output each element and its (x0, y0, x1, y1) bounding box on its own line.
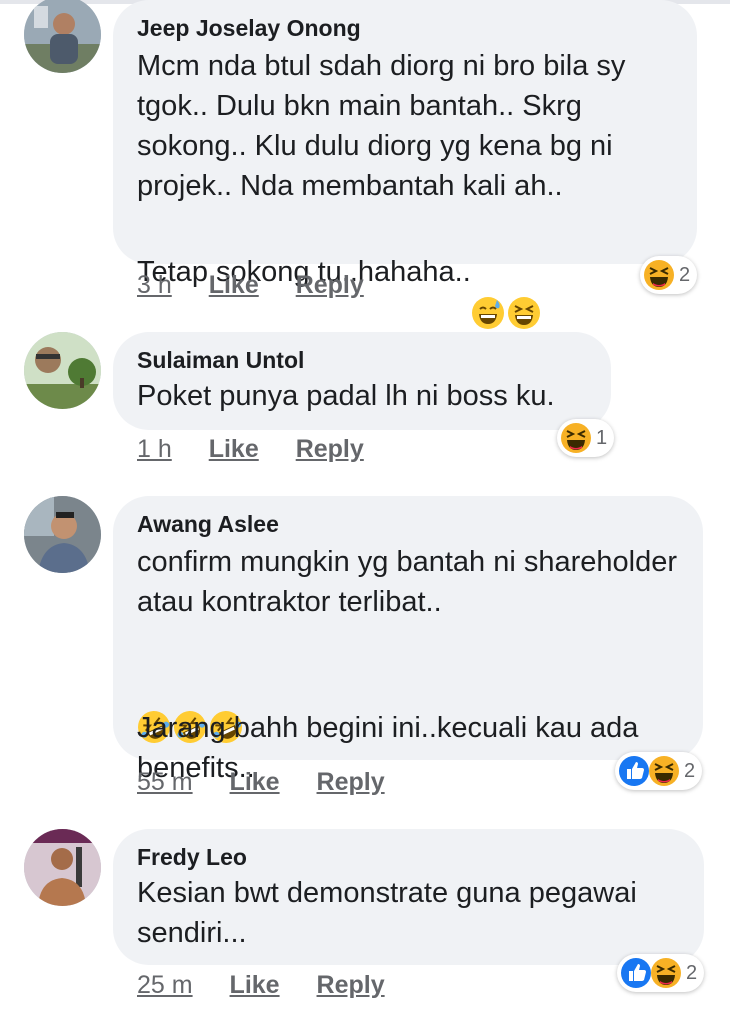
comment-bubble: Sulaiman Untol Poket punya padal lh ni b… (113, 332, 611, 430)
rofl-emoji-icon (137, 670, 171, 744)
reply-button[interactable]: Reply (317, 768, 385, 796)
reply-button[interactable]: Reply (296, 435, 364, 463)
haha-icon (561, 423, 591, 453)
laughing-emoji-icon (507, 256, 541, 330)
reaction-count: 2 (686, 961, 698, 984)
emoji-line (137, 626, 679, 744)
emoji-group (471, 256, 541, 330)
haha-icon (644, 260, 674, 290)
comment-author[interactable]: Awang Aslee (137, 510, 679, 538)
emoji-group (137, 670, 243, 744)
reply-button[interactable]: Reply (296, 271, 364, 299)
comment-bubble: Awang Aslee confirm mungkin yg bantah ni… (113, 496, 703, 784)
like-button[interactable]: Like (209, 271, 259, 299)
comment-author[interactable]: Jeep Joselay Onong (137, 14, 673, 42)
reaction-summary[interactable]: 2 (617, 954, 705, 992)
comment-timestamp[interactable]: 55 m (137, 768, 193, 796)
comment-actions: 1 h Like Reply (137, 434, 394, 464)
comment-author[interactable]: Sulaiman Untol (137, 346, 587, 374)
haha-icon (651, 958, 681, 988)
comment-text: Kesian bwt demonstrate guna pegawai send… (137, 877, 637, 949)
comment-actions: 3 h Like Reply (137, 270, 394, 300)
comment-timestamp[interactable]: 3 h (137, 271, 172, 299)
comment-text: confirm mungkin yg bantah ni shareholder… (137, 546, 678, 618)
rofl-emoji-icon (209, 670, 243, 744)
reaction-count: 2 (684, 759, 696, 782)
comment-text: Poket punya padal lh ni boss ku. (137, 380, 555, 412)
like-icon (621, 958, 651, 988)
rofl-emoji-icon (173, 670, 207, 744)
comment-author[interactable]: Fredy Leo (137, 843, 680, 871)
like-button[interactable]: Like (230, 971, 280, 999)
comment-text: Mcm nda btul sdah diorg ni bro bila sy t… (137, 50, 626, 202)
comment-actions: 25 m Like Reply (137, 970, 415, 1000)
grinning-sweat-emoji-icon (471, 256, 505, 330)
comment-timestamp[interactable]: 25 m (137, 971, 193, 999)
avatar[interactable] (24, 829, 101, 906)
reaction-count: 2 (679, 263, 691, 286)
avatar[interactable] (24, 496, 101, 573)
comment-timestamp[interactable]: 1 h (137, 435, 172, 463)
reaction-summary[interactable]: 2 (640, 256, 698, 294)
reaction-count: 1 (596, 426, 608, 449)
comment-bubble: Fredy Leo Kesian bwt demonstrate guna pe… (113, 829, 704, 965)
reaction-summary[interactable]: 2 (615, 752, 703, 790)
like-button[interactable]: Like (230, 768, 280, 796)
like-icon (619, 756, 649, 786)
avatar[interactable] (24, 332, 101, 409)
comment-bubble: Jeep Joselay Onong Mcm nda btul sdah dio… (113, 0, 697, 330)
reply-button[interactable]: Reply (317, 971, 385, 999)
reaction-summary[interactable]: 1 (557, 419, 615, 457)
like-button[interactable]: Like (209, 435, 259, 463)
comment-actions: 55 m Like Reply (137, 767, 415, 797)
avatar[interactable] (24, 0, 101, 73)
haha-icon (649, 756, 679, 786)
